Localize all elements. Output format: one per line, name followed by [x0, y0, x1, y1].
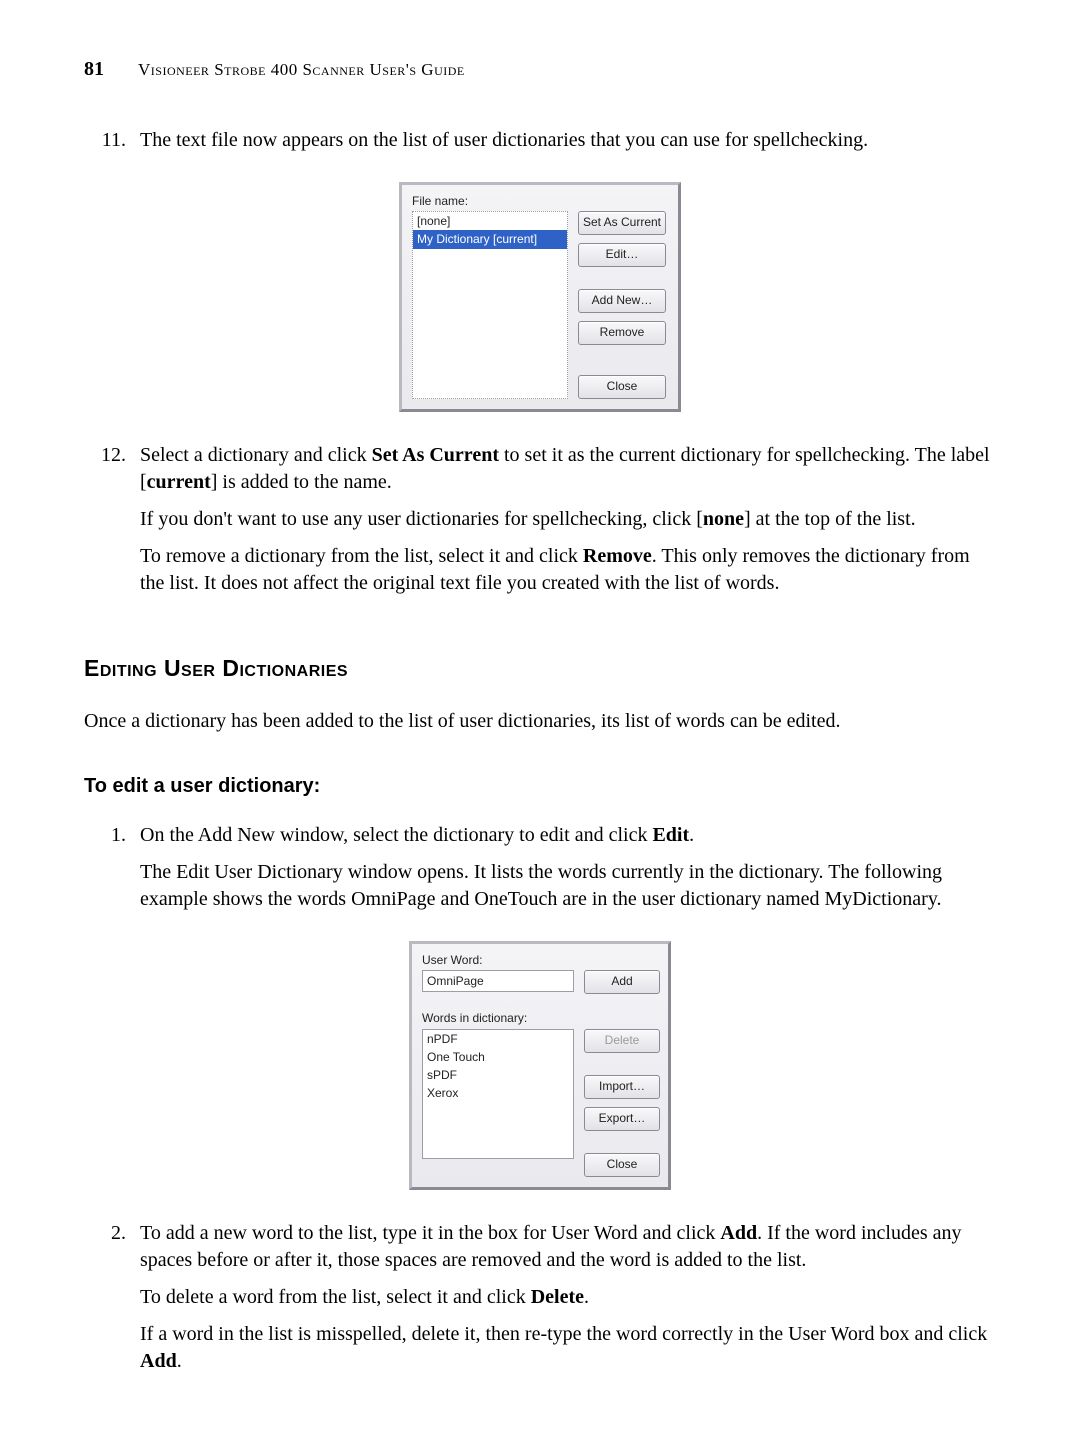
page-number: 81 — [84, 56, 120, 83]
step-11-text: The text file now appears on the list of… — [140, 127, 996, 154]
words-listbox[interactable]: nPDF One Touch sPDF Xerox — [422, 1029, 574, 1159]
text: . — [177, 1350, 182, 1372]
header-title: Visioneer Strobe 400 Scanner User's Guid… — [138, 59, 465, 82]
step-11: 11. The text file now appears on the lis… — [84, 127, 996, 164]
dictionaries-listbox[interactable]: [none] My Dictionary [current] — [412, 211, 568, 399]
user-dictionaries-dialog-figure: File name: [none] My Dictionary [current… — [84, 182, 996, 412]
text: On the Add New window, select the dictio… — [140, 824, 652, 846]
text: . — [584, 1286, 589, 1308]
list-item[interactable]: Xerox — [423, 1084, 573, 1102]
step-12-p2: If you don't want to use any user dictio… — [140, 506, 996, 533]
set-as-current-button[interactable]: Set As Current — [578, 211, 666, 235]
text-bold: Set As Current — [372, 444, 499, 466]
remove-button[interactable]: Remove — [578, 321, 666, 345]
step-12: 12. Select a dictionary and click Set As… — [84, 442, 996, 607]
edit-step-2-p3: If a word in the list is misspelled, del… — [140, 1321, 996, 1375]
user-dictionaries-dialog: File name: [none] My Dictionary [current… — [399, 182, 681, 412]
edit-user-dictionary-dialog: User Word: OmniPage Add Words in diction… — [409, 941, 671, 1189]
edit-step-2-p1: To add a new word to the list, type it i… — [140, 1220, 996, 1274]
list-item[interactable]: sPDF — [423, 1066, 573, 1084]
text-bold: current — [147, 471, 211, 493]
text-bold: Add — [140, 1350, 177, 1372]
close-button[interactable]: Close — [578, 375, 666, 399]
list-item[interactable]: nPDF — [423, 1030, 573, 1048]
edit-step-1: 1. On the Add New window, select the dic… — [84, 822, 996, 923]
text: To remove a dictionary from the list, se… — [140, 545, 583, 567]
step-12-p1: Select a dictionary and click Set As Cur… — [140, 442, 996, 496]
step-number: 2. — [84, 1220, 140, 1385]
intro-paragraph: Once a dictionary has been added to the … — [84, 708, 996, 735]
words-in-dictionary-label: Words in dictionary: — [422, 1010, 658, 1026]
list-item[interactable]: One Touch — [423, 1048, 573, 1066]
file-name-label: File name: — [412, 193, 668, 209]
edit-step-1-p1: On the Add New window, select the dictio… — [140, 822, 996, 849]
text: If you don't want to use any user dictio… — [140, 508, 703, 530]
step-12-p3: To remove a dictionary from the list, se… — [140, 543, 996, 597]
step-number: 11. — [84, 127, 140, 164]
text-bold: Delete — [531, 1286, 584, 1308]
step-number: 1. — [84, 822, 140, 923]
close-button[interactable]: Close — [584, 1153, 660, 1177]
text: If a word in the list is misspelled, del… — [140, 1323, 987, 1345]
step-number: 12. — [84, 442, 140, 607]
add-button[interactable]: Add — [584, 970, 660, 994]
user-word-input[interactable]: OmniPage — [422, 970, 574, 992]
edit-step-2: 2. To add a new word to the list, type i… — [84, 1220, 996, 1385]
text: To delete a word from the list, select i… — [140, 1286, 531, 1308]
text-bold: Remove — [583, 545, 652, 567]
text: Select a dictionary and click — [140, 444, 372, 466]
edit-button[interactable]: Edit… — [578, 243, 666, 267]
user-word-label: User Word: — [422, 952, 658, 968]
list-item-none[interactable]: [none] — [413, 212, 567, 230]
export-button[interactable]: Export… — [584, 1107, 660, 1131]
text: ] at the top of the list. — [744, 508, 916, 530]
import-button[interactable]: Import… — [584, 1075, 660, 1099]
section-heading-editing-user-dictionaries: Editing User Dictionaries — [84, 653, 996, 684]
list-item-my-dictionary[interactable]: My Dictionary [current] — [413, 230, 567, 248]
edit-user-dictionary-dialog-figure: User Word: OmniPage Add Words in diction… — [84, 941, 996, 1189]
text: . — [689, 824, 694, 846]
text-bold: none — [703, 508, 744, 530]
page-header: 81 Visioneer Strobe 400 Scanner User's G… — [84, 56, 996, 83]
text-bold: Add — [720, 1222, 757, 1244]
edit-step-1-p2: The Edit User Dictionary window opens. I… — [140, 859, 996, 913]
sub-heading-to-edit: To edit a user dictionary: — [84, 773, 996, 800]
text-bold: Edit — [652, 824, 689, 846]
document-page: 81 Visioneer Strobe 400 Scanner User's G… — [0, 0, 1080, 1455]
text: To add a new word to the list, type it i… — [140, 1222, 720, 1244]
text: ] is added to the name. — [211, 471, 392, 493]
edit-step-2-p2: To delete a word from the list, select i… — [140, 1284, 996, 1311]
add-new-button[interactable]: Add New… — [578, 289, 666, 313]
delete-button[interactable]: Delete — [584, 1029, 660, 1053]
